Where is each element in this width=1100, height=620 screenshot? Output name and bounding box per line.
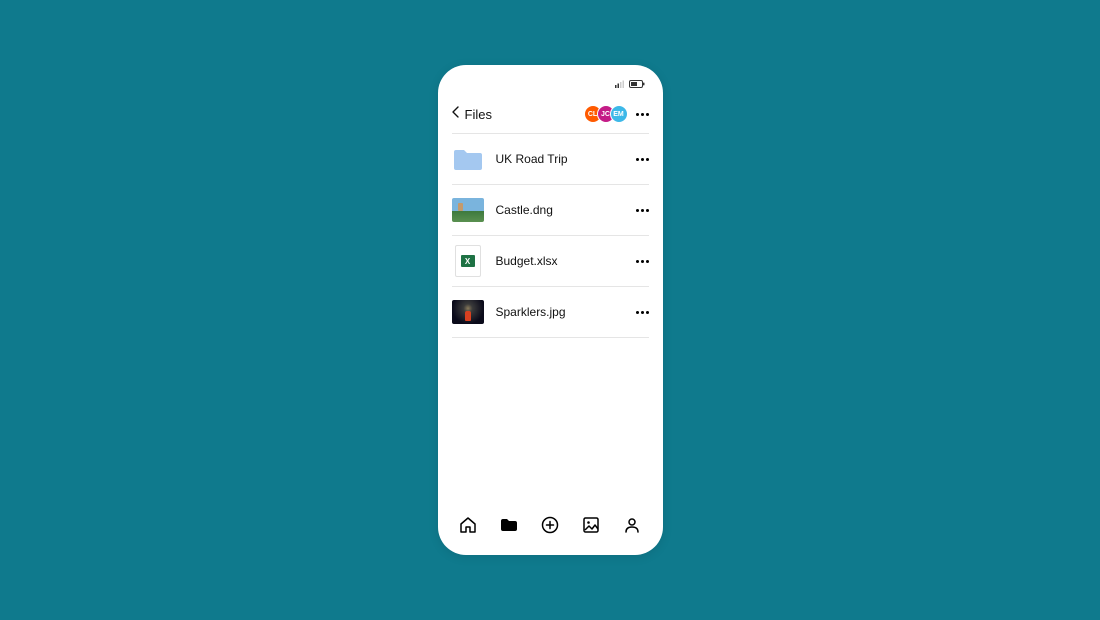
- battery-icon: [629, 80, 645, 88]
- bottom-nav: [438, 505, 663, 555]
- xlsx-icon: X: [452, 248, 484, 274]
- shared-avatars[interactable]: CL JC EM: [584, 105, 628, 123]
- header-right: CL JC EM: [584, 105, 649, 123]
- chevron-left-icon: [452, 105, 460, 123]
- file-name: Sparklers.jpg: [496, 305, 624, 319]
- folder-icon: [452, 146, 484, 172]
- row-overflow-button[interactable]: [636, 256, 649, 267]
- header-overflow-button[interactable]: [636, 109, 649, 120]
- cellular-icon: [615, 80, 625, 88]
- dots-icon: [636, 113, 639, 116]
- file-name: Budget.xlsx: [496, 254, 624, 268]
- image-thumbnail: [452, 197, 484, 223]
- file-row-spreadsheet[interactable]: X Budget.xlsx: [452, 235, 649, 286]
- file-row-image[interactable]: Sparklers.jpg: [452, 286, 649, 338]
- person-icon: [623, 516, 641, 539]
- file-row-image[interactable]: Castle.dng: [452, 184, 649, 235]
- nav-home-button[interactable]: [453, 512, 483, 542]
- plus-circle-icon: [541, 516, 559, 539]
- row-overflow-button[interactable]: [636, 205, 649, 216]
- row-overflow-button[interactable]: [636, 307, 649, 318]
- header: Files CL JC EM: [438, 95, 663, 133]
- phone-frame: Files CL JC EM UK Road Trip: [438, 65, 663, 555]
- nav-photos-button[interactable]: [576, 512, 606, 542]
- folder-icon: [500, 517, 518, 538]
- back-button[interactable]: Files: [452, 105, 492, 123]
- image-thumbnail: [452, 299, 484, 325]
- nav-files-button[interactable]: [494, 512, 524, 542]
- file-name: UK Road Trip: [496, 152, 624, 166]
- status-bar: [438, 77, 663, 91]
- row-overflow-button[interactable]: [636, 154, 649, 165]
- nav-add-button[interactable]: [535, 512, 565, 542]
- avatar: EM: [610, 105, 628, 123]
- nav-account-button[interactable]: [617, 512, 647, 542]
- file-row-folder[interactable]: UK Road Trip: [452, 133, 649, 184]
- header-title: Files: [465, 107, 492, 122]
- photo-icon: [582, 516, 600, 539]
- file-list: UK Road Trip Castle.dng X Budget.xlsx Sp…: [438, 133, 663, 505]
- file-name: Castle.dng: [496, 203, 624, 217]
- home-icon: [459, 516, 477, 539]
